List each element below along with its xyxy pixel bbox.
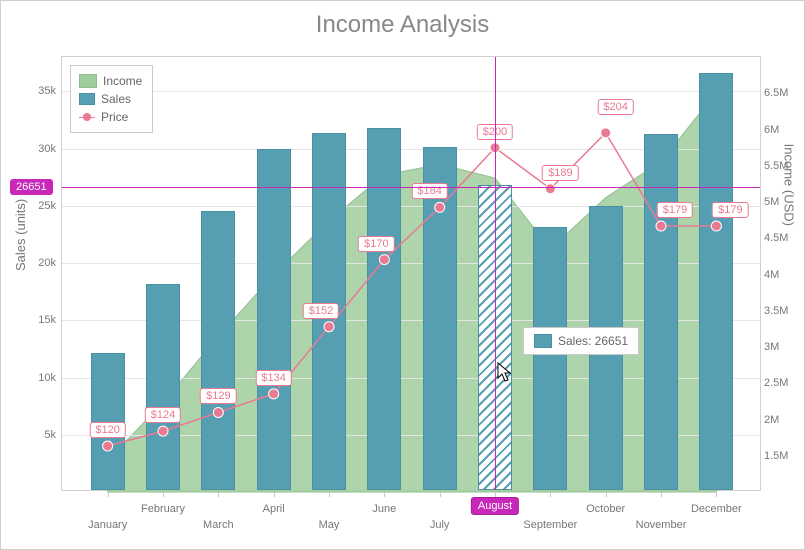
y-tick-left: 10k: [22, 372, 56, 384]
y-tick-right: 3.5M: [764, 305, 802, 317]
bar-swatch-icon: [534, 334, 552, 348]
x-tick-label: April: [263, 503, 285, 515]
y-tick-right: 5M: [764, 196, 802, 208]
price-data-label: $179: [657, 202, 693, 218]
y-tick-right: 5.5M: [764, 160, 802, 172]
legend-item-sales[interactable]: Sales: [79, 90, 142, 108]
y-tick-right: 1.5M: [764, 450, 802, 462]
sales-bar[interactable]: [533, 227, 567, 490]
x-tick: [108, 492, 109, 497]
sales-bar[interactable]: [201, 211, 235, 490]
area-swatch-icon: [79, 74, 97, 88]
y-tick-right: 6M: [764, 124, 802, 136]
price-data-label: $124: [145, 407, 181, 423]
y-tick-left: 5k: [22, 429, 56, 441]
legend-label: Income: [103, 74, 142, 88]
price-data-label: $189: [542, 165, 578, 181]
sales-bar[interactable]: [367, 128, 401, 490]
x-tick: [163, 492, 164, 497]
x-tick-label: February: [141, 503, 185, 515]
tooltip-text: Sales: 26651: [558, 334, 628, 348]
y-tick-left: 20k: [22, 257, 56, 269]
price-data-label: $134: [255, 370, 291, 386]
x-tick: [384, 492, 385, 497]
crosshair-horizontal: [62, 187, 760, 188]
y-tick-right: 6.5M: [764, 87, 802, 99]
crosshair-vertical: [495, 57, 496, 490]
price-data-label: $129: [200, 388, 236, 404]
price-data-label: $170: [358, 236, 394, 252]
y-tick-right: 3M: [764, 341, 802, 353]
chart-container: Income Analysis Sales (units) Income (US…: [0, 0, 805, 550]
legend-label: Sales: [101, 92, 131, 106]
price-data-label: $184: [411, 183, 447, 199]
x-tick: [274, 492, 275, 497]
legend-label: Price: [101, 110, 128, 124]
y-tick-right: 2M: [764, 414, 802, 426]
sales-bar[interactable]: [699, 73, 733, 490]
y-tick-left: 15k: [22, 314, 56, 326]
x-tick-label: November: [636, 519, 687, 531]
tooltip: Sales: 26651: [523, 327, 639, 355]
x-tick-label: September: [523, 519, 577, 531]
chart-title: Income Analysis: [1, 11, 804, 39]
x-tick: [661, 492, 662, 497]
y-axis-right-title: Income (USD): [781, 144, 796, 226]
x-tick-label-active: August: [471, 497, 519, 515]
x-tick-label: January: [88, 519, 127, 531]
x-tick-label: March: [203, 519, 234, 531]
x-tick: [716, 492, 717, 497]
legend-item-price[interactable]: Price: [79, 108, 142, 126]
x-tick: [440, 492, 441, 497]
y-tick-right: 4.5M: [764, 232, 802, 244]
price-data-label: $120: [89, 422, 125, 438]
y-tick-right: 4M: [764, 269, 802, 281]
x-tick: [329, 492, 330, 497]
x-tick: [218, 492, 219, 497]
x-tick-label: July: [430, 519, 450, 531]
x-tick: [495, 492, 496, 497]
x-tick-label: October: [586, 503, 625, 515]
sales-bar[interactable]: [146, 284, 180, 490]
crosshair-y-badge: 26651: [10, 179, 53, 195]
y-tick-left: 30k: [22, 143, 56, 155]
sales-bar[interactable]: [257, 149, 291, 490]
gridline: [62, 91, 760, 92]
price-data-label: $204: [597, 99, 633, 115]
x-tick-label: December: [691, 503, 742, 515]
x-tick: [550, 492, 551, 497]
price-data-label: $152: [303, 303, 339, 319]
x-tick-label: May: [319, 519, 340, 531]
x-tick: [606, 492, 607, 497]
plot-area[interactable]: 5k10k15k20k25k30k35k1.5M2M2.5M3M3.5M4M4.…: [61, 56, 761, 491]
y-tick-left: 35k: [22, 85, 56, 97]
y-tick-right: 2.5M: [764, 377, 802, 389]
bar-swatch-icon: [79, 93, 95, 105]
line-swatch-icon: [79, 111, 95, 123]
legend[interactable]: Income Sales Price: [70, 65, 153, 133]
y-tick-left: 25k: [22, 200, 56, 212]
legend-item-income[interactable]: Income: [79, 72, 142, 90]
price-data-label: $179: [712, 202, 748, 218]
x-tick-label: June: [372, 503, 396, 515]
